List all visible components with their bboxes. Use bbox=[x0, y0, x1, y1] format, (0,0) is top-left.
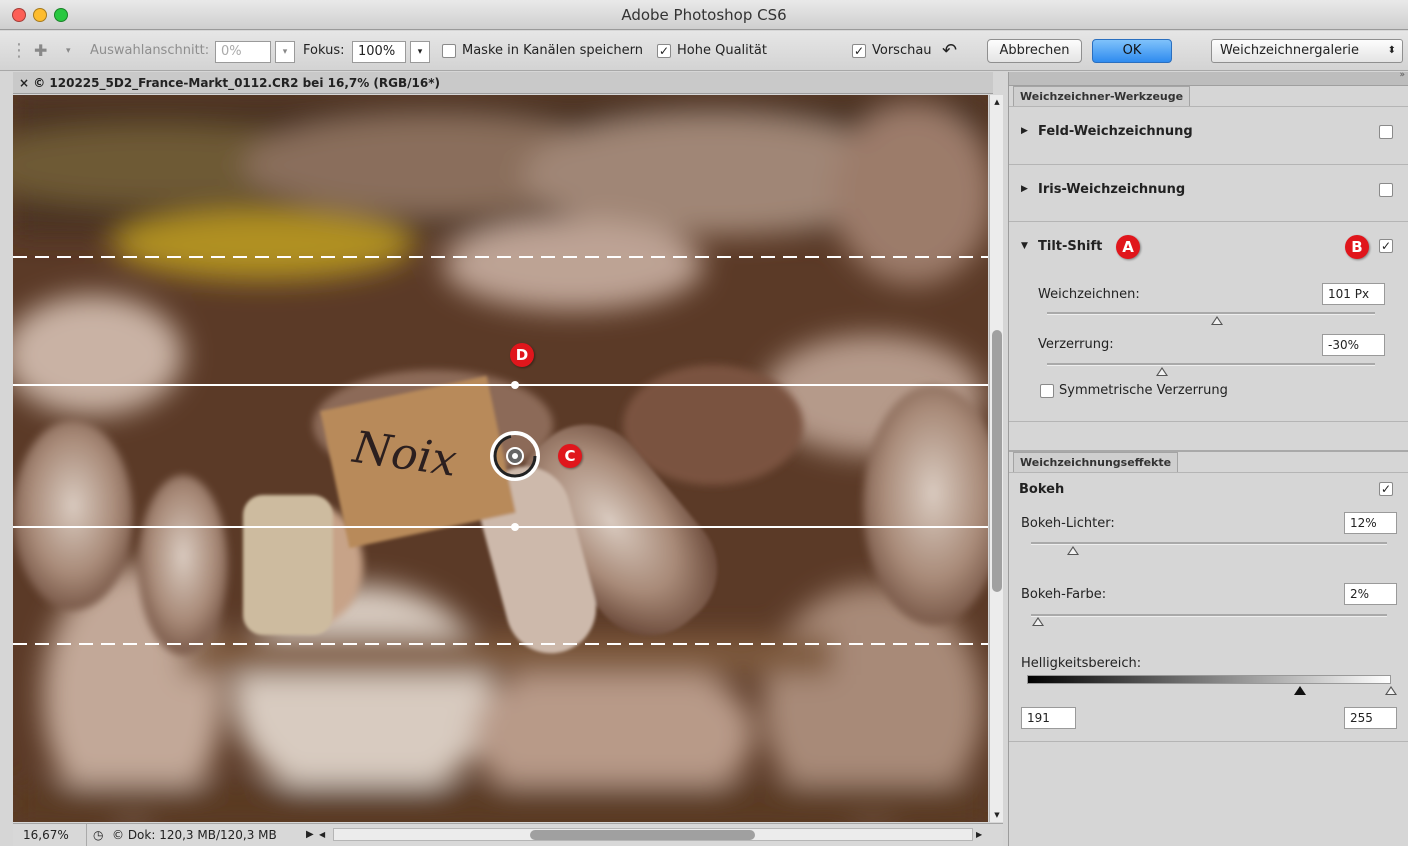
pin-dot bbox=[512, 453, 518, 459]
scroll-down-icon[interactable]: ▼ bbox=[991, 808, 1003, 822]
zoom-level[interactable]: 16,67% bbox=[23, 824, 69, 846]
save-mask-label: Maske in Kanälen speichern bbox=[462, 43, 643, 58]
bokeh-light-slider-thumb[interactable] bbox=[1067, 546, 1079, 555]
bokeh-color-input[interactable]: 2% bbox=[1344, 583, 1397, 605]
preview-label: Vorschau bbox=[872, 43, 932, 58]
workspace-select[interactable]: Weichzeichnergalerie ⬍ bbox=[1211, 39, 1403, 63]
selection-bleed-input[interactable]: 0% bbox=[215, 41, 271, 63]
image-canvas[interactable]: Noix D C bbox=[13, 95, 988, 822]
scroll-up-icon[interactable]: ▲ bbox=[991, 95, 1003, 109]
expand-triangle-icon[interactable]: ▶ bbox=[1021, 126, 1028, 136]
tilt-shift-label[interactable]: Tilt-Shift bbox=[1038, 239, 1102, 254]
callout-b: B bbox=[1345, 235, 1369, 259]
horizontal-scrollbar[interactable] bbox=[333, 828, 973, 841]
high-quality-label: Hohe Qualität bbox=[677, 43, 767, 58]
tab-blur-tools[interactable]: Weichzeichner-Werkzeuge bbox=[1013, 86, 1191, 106]
expand-triangle-icon[interactable]: ▶ bbox=[1021, 184, 1028, 194]
rotation-handle-top[interactable] bbox=[511, 381, 519, 389]
range-low-thumb[interactable] bbox=[1294, 686, 1306, 695]
distortion-slider-thumb[interactable] bbox=[1156, 367, 1168, 376]
bokeh-light-label: Bokeh-Lichter: bbox=[1021, 516, 1115, 531]
selection-bleed-label: Auswahlanschnitt: bbox=[90, 43, 210, 58]
bokeh-color-slider-thumb[interactable] bbox=[1032, 617, 1044, 626]
status-bar: 16,67% ◷ © Dok: 120,3 MB/120,3 MB ▶ ◀ ▶ bbox=[13, 823, 1003, 846]
document-tab[interactable]: × © 120225_5D2_France-Markt_0112.CR2 bei… bbox=[13, 72, 993, 94]
tilt-shift-checkbox[interactable]: ✓ bbox=[1379, 239, 1393, 253]
tool-preset-chevron-icon[interactable]: ▾ bbox=[66, 31, 71, 71]
tab-blur-effects[interactable]: Weichzeichnungseffekte bbox=[1013, 452, 1179, 472]
brightness-gradient bbox=[1027, 675, 1391, 684]
close-window-icon[interactable] bbox=[12, 8, 26, 22]
ok-button[interactable]: OK bbox=[1092, 39, 1172, 63]
focus-dropdown-icon[interactable]: ▾ bbox=[410, 41, 430, 63]
zoom-window-icon[interactable] bbox=[54, 8, 68, 22]
minimize-window-icon[interactable] bbox=[33, 8, 47, 22]
range-low-input[interactable]: 191 bbox=[1021, 707, 1076, 729]
collapse-triangle-icon[interactable]: ▼ bbox=[1021, 241, 1028, 251]
focus-input[interactable]: 100% bbox=[352, 41, 406, 63]
save-mask-checkbox[interactable] bbox=[442, 44, 456, 58]
iris-blur-label[interactable]: Iris-Weichzeichnung bbox=[1038, 182, 1185, 197]
scroll-right-icon[interactable]: ▶ bbox=[976, 824, 982, 846]
blur-label: Weichzeichnen: bbox=[1038, 287, 1140, 302]
bokeh-light-input[interactable]: 12% bbox=[1344, 512, 1397, 534]
selection-bleed-dropdown-icon[interactable]: ▾ bbox=[275, 41, 295, 63]
distortion-label: Verzerrung: bbox=[1038, 337, 1114, 352]
symmetric-distortion-label: Symmetrische Verzerrung bbox=[1059, 383, 1228, 398]
high-quality-checkbox[interactable]: ✓ bbox=[657, 44, 671, 58]
symmetric-distortion-checkbox[interactable] bbox=[1040, 384, 1054, 398]
field-blur-checkbox[interactable] bbox=[1379, 125, 1393, 139]
blurred-photo: Noix bbox=[13, 95, 988, 822]
vertical-scroll-thumb[interactable] bbox=[992, 330, 1002, 592]
bokeh-light-slider-track[interactable] bbox=[1031, 542, 1387, 545]
range-high-thumb[interactable] bbox=[1385, 686, 1397, 695]
field-blur-section: ▶ Feld-Weichzeichnung bbox=[1009, 106, 1408, 164]
window-title: Adobe Photoshop CS6 bbox=[621, 6, 787, 24]
bokeh-label: Bokeh bbox=[1019, 482, 1065, 497]
callout-a: A bbox=[1116, 235, 1140, 259]
cancel-button[interactable]: Abbrechen bbox=[987, 39, 1082, 63]
title-bar: Adobe Photoshop CS6 bbox=[0, 0, 1408, 30]
reset-icon[interactable]: ↶ bbox=[942, 31, 957, 71]
options-bar: ⋮ ✚ ▾ Auswahlanschnitt: 0% ▾ Fokus: 100%… bbox=[0, 31, 1408, 71]
bokeh-color-label: Bokeh-Farbe: bbox=[1021, 587, 1107, 602]
panel-spacer bbox=[1009, 421, 1408, 435]
horizontal-scroll-thumb[interactable] bbox=[530, 830, 755, 840]
panel-header-bar: » bbox=[1009, 70, 1408, 86]
blur-input[interactable]: 101 Px bbox=[1322, 283, 1385, 305]
iris-blur-section: ▶ Iris-Weichzeichnung bbox=[1009, 164, 1408, 221]
range-high-input[interactable]: 255 bbox=[1344, 707, 1397, 729]
blur-slider-track[interactable] bbox=[1047, 312, 1375, 315]
distortion-input[interactable]: -30% bbox=[1322, 334, 1385, 356]
tilt-shift-section: ▼ Tilt-Shift A B ✓ Weichzeichnen: 101 Px… bbox=[1009, 221, 1408, 421]
workspace-select-value: Weichzeichnergalerie bbox=[1220, 43, 1360, 58]
vertical-scrollbar[interactable]: ▲ ▼ bbox=[989, 95, 1003, 822]
clock-icon[interactable]: ◷ bbox=[93, 824, 103, 846]
collapse-panel-icon[interactable]: » bbox=[1399, 70, 1405, 80]
document-info: © Dok: 120,3 MB/120,3 MB bbox=[112, 828, 277, 842]
pin-tool-icon[interactable]: ✚ bbox=[34, 31, 47, 71]
bokeh-section: Bokeh ✓ Bokeh-Lichter: 12% Bokeh-Farbe: … bbox=[1009, 472, 1408, 742]
bokeh-color-slider-track[interactable] bbox=[1031, 614, 1387, 617]
distortion-slider-track[interactable] bbox=[1047, 363, 1375, 366]
preview-checkbox[interactable]: ✓ bbox=[852, 44, 866, 58]
blur-slider-thumb[interactable] bbox=[1211, 316, 1223, 325]
callout-c: C bbox=[558, 444, 582, 468]
field-blur-label[interactable]: Feld-Weichzeichnung bbox=[1038, 124, 1193, 139]
status-divider bbox=[86, 824, 87, 846]
select-arrows-icon: ⬍ bbox=[1387, 45, 1396, 56]
brightness-range-label: Helligkeitsbereich: bbox=[1021, 656, 1142, 671]
grip-handle: ⋮ bbox=[10, 40, 28, 61]
scroll-left-icon[interactable]: ◀ bbox=[319, 824, 325, 846]
blur-gallery-panel: » Weichzeichner-Werkzeuge ▶ Feld-Weichze… bbox=[1008, 70, 1408, 846]
status-menu-arrow-icon[interactable]: ▶ bbox=[306, 824, 314, 846]
focus-label: Fokus: bbox=[303, 43, 345, 58]
callout-d: D bbox=[510, 343, 534, 367]
iris-blur-checkbox[interactable] bbox=[1379, 183, 1393, 197]
bokeh-checkbox[interactable]: ✓ bbox=[1379, 482, 1393, 496]
rotation-handle-bottom[interactable] bbox=[511, 523, 519, 531]
